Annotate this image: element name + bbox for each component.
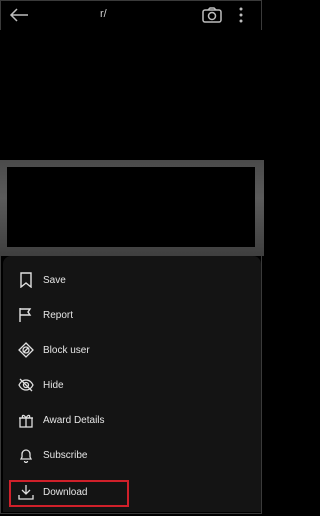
download-highlight-box [9, 480, 129, 507]
menu-item-block-user[interactable]: Block user [3, 334, 261, 366]
eye-off-icon [17, 376, 35, 394]
menu-item-label: Hide [43, 379, 64, 391]
menu-item-hide[interactable]: Hide [3, 369, 261, 401]
post-media-area [0, 30, 264, 160]
subreddit-title: r/ [100, 8, 107, 20]
menu-item-report[interactable]: Report [3, 299, 261, 331]
redacted-region [7, 167, 255, 247]
top-bar: r/ [0, 0, 264, 30]
menu-item-label: Block user [43, 344, 90, 356]
back-arrow-icon[interactable] [7, 4, 31, 26]
award-icon [17, 411, 35, 429]
menu-item-label: Subscribe [43, 449, 88, 461]
menu-item-label: Report [43, 309, 74, 321]
block-icon [17, 341, 35, 359]
menu-item-label: Save [43, 274, 66, 286]
flag-icon [17, 306, 35, 324]
bookmark-icon [17, 271, 35, 289]
menu-item-label: Award Details [43, 414, 105, 426]
camera-icon[interactable] [200, 4, 224, 26]
menu-item-save[interactable]: Save [3, 264, 261, 296]
more-vertical-icon[interactable] [229, 4, 253, 26]
bell-icon [17, 446, 35, 464]
options-bottom-sheet: Save Report Block user Hide Award Detail… [3, 256, 261, 512]
menu-item-award-details[interactable]: Award Details [3, 404, 261, 436]
menu-item-subscribe[interactable]: Subscribe [3, 439, 261, 471]
